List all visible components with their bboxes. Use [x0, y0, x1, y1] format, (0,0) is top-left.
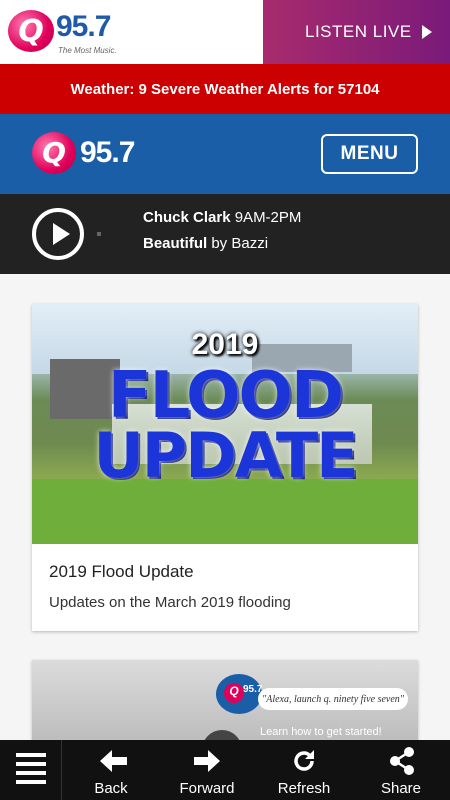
logo-number: 95.7	[56, 10, 111, 43]
article-card[interactable]: Q 95.7 "Alexa, launch q. ninety five sev…	[32, 660, 418, 740]
refresh-button[interactable]: Refresh	[259, 740, 349, 800]
refresh-label: Refresh	[277, 780, 331, 797]
q-logo-icon: Q	[224, 683, 244, 703]
play-button[interactable]	[32, 208, 84, 260]
image-update-text: UPDATE	[93, 419, 358, 492]
share-label: Share	[380, 780, 422, 797]
play-icon	[53, 223, 70, 245]
back-button[interactable]: Back	[66, 740, 156, 800]
refresh-icon	[294, 750, 314, 771]
article-image[interactable]: 2019 FLOOD UPDATE	[32, 304, 418, 544]
top-bar: Q 95.7 The Most Music. LISTEN LIVE	[0, 0, 450, 64]
song-info: Beautiful by Bazzi	[143, 235, 268, 252]
hamburger-icon	[16, 753, 46, 757]
station-logo[interactable]: Q 95.7 The Most Music.	[8, 8, 118, 58]
play-arrow-icon	[421, 25, 432, 39]
share-icon	[390, 747, 414, 775]
image-flood-text: FLOOD	[107, 359, 344, 433]
article-title[interactable]: 2019 Flood Update	[49, 562, 194, 582]
learn-more-text: Learn how to get started!	[260, 726, 382, 738]
arrow-left-icon	[100, 750, 127, 772]
divider-dot	[97, 232, 101, 236]
header-logo[interactable]: Q 95.7	[32, 132, 152, 178]
site-header: Q 95.7 MENU	[0, 114, 450, 194]
show-time: 9AM-2PM	[234, 209, 302, 226]
song-by: by	[211, 235, 228, 252]
forward-button[interactable]: Forward	[162, 740, 252, 800]
station-logo-badge: Q 95.7	[216, 674, 262, 714]
header-logo-number: 95.7	[80, 136, 135, 169]
content-feed: 2019 FLOOD UPDATE 2019 Flood Update Upda…	[0, 274, 450, 740]
show-info: Chuck Clark 9AM-2PM	[143, 209, 301, 226]
hamburger-menu-button[interactable]	[0, 740, 62, 800]
arrow-right-icon	[194, 750, 220, 772]
now-playing-bar: Chuck Clark 9AM-2PM Beautiful by Bazzi	[0, 194, 450, 274]
image-year-text: 2019	[191, 328, 259, 361]
back-label: Back	[94, 780, 128, 797]
listen-live-label: LISTEN LIVE	[305, 22, 412, 41]
q-logo-icon: Q	[32, 132, 76, 174]
article-card[interactable]: 2019 FLOOD UPDATE 2019 Flood Update Upda…	[32, 304, 418, 631]
song-title: Beautiful	[143, 235, 208, 252]
article-description: Updates on the March 2019 flooding	[49, 594, 291, 611]
weather-alert-banner[interactable]: Weather: 9 Severe Weather Alerts for 571…	[0, 64, 450, 114]
listen-live-button[interactable]: LISTEN LIVE	[263, 0, 450, 64]
q-logo-icon: Q	[8, 10, 54, 52]
browser-bottom-bar: Back Forward Refresh Share	[0, 740, 450, 800]
alexa-speech-bubble: "Alexa, launch q. ninety five seven"	[258, 688, 408, 710]
logo-tagline: The Most Music.	[58, 46, 117, 55]
menu-button[interactable]: MENU	[321, 134, 418, 174]
weather-alert-text: Weather: 9 Severe Weather Alerts for 571…	[70, 80, 380, 98]
forward-label: Forward	[179, 780, 235, 797]
song-artist: Bazzi	[231, 235, 269, 252]
host-name: Chuck Clark	[143, 209, 231, 226]
share-button[interactable]: Share	[356, 740, 446, 800]
